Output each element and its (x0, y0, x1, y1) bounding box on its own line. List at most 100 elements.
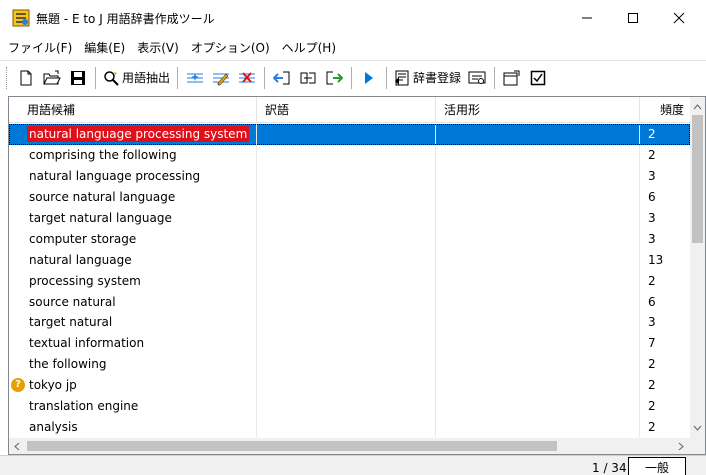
term-cell: the following (9, 354, 257, 375)
table-row[interactable]: ? tokyo jp 2 (9, 375, 690, 396)
question-icon[interactable]: ? (11, 378, 25, 392)
table-row[interactable]: natural language processing system 2 (9, 124, 690, 145)
horizontal-scrollbar[interactable] (9, 438, 690, 454)
settings-button[interactable] (501, 66, 523, 90)
horizontal-scroll-thumb[interactable] (27, 441, 557, 451)
frequency-cell: 3 (640, 208, 690, 229)
table-row[interactable]: source natural language 6 (9, 187, 690, 208)
menu-options[interactable]: オプション(O) (191, 39, 270, 56)
move-left-button[interactable] (271, 66, 293, 90)
menu-file[interactable]: ファイル(F) (8, 39, 72, 56)
inflection-cell[interactable] (436, 396, 640, 417)
check-button[interactable] (527, 66, 549, 90)
translation-cell[interactable] (257, 396, 436, 417)
inflection-cell[interactable] (436, 187, 640, 208)
run-button[interactable] (358, 66, 380, 90)
column-header-translation[interactable]: 訳語 (257, 97, 436, 123)
toolbar-separator (351, 67, 352, 89)
translation-cell[interactable] (257, 354, 436, 375)
inflection-cell[interactable] (436, 228, 640, 249)
move-right-button[interactable] (323, 66, 345, 90)
inflection-cell[interactable] (436, 270, 640, 291)
delete-row-icon (238, 70, 256, 86)
table-row[interactable]: natural language processing 3 (9, 166, 690, 187)
column-header-inflection[interactable]: 活用形 (436, 97, 640, 123)
table-row[interactable]: target natural language 3 (9, 208, 690, 229)
register-dictionary-button[interactable]: 辞書登録 (393, 66, 462, 90)
table-row[interactable]: textual information 7 (9, 333, 690, 354)
edit-row-button[interactable] (210, 66, 232, 90)
toolbar-separator (386, 67, 387, 89)
minimize-button[interactable] (564, 0, 610, 36)
table-row[interactable]: target natural 3 (9, 312, 690, 333)
translation-cell[interactable] (257, 187, 436, 208)
scroll-right-button[interactable] (673, 438, 689, 454)
open-button[interactable] (41, 66, 63, 90)
inflection-cell[interactable] (436, 208, 640, 229)
translation-cell[interactable] (257, 145, 436, 166)
scroll-up-button[interactable] (690, 99, 705, 115)
inflection-cell[interactable] (436, 145, 640, 166)
table-row[interactable]: comprising the following 2 (9, 145, 690, 166)
translation-cell[interactable] (257, 375, 436, 396)
translation-cell[interactable] (257, 291, 436, 312)
open-folder-icon (43, 70, 61, 86)
inflection-cell[interactable] (436, 249, 640, 270)
translation-cell[interactable] (257, 124, 436, 145)
add-row-button[interactable] (184, 66, 206, 90)
inflection-cell[interactable] (436, 291, 640, 312)
frequency-cell: 13 (640, 249, 690, 270)
translation-cell[interactable] (257, 249, 436, 270)
translation-cell[interactable] (257, 416, 436, 437)
dictionary-register-icon (394, 70, 410, 86)
extract-terms-button[interactable]: 用語抽出 (102, 66, 171, 90)
menu-edit[interactable]: 編集(E) (84, 39, 125, 56)
frequency-cell: 2 (640, 396, 690, 417)
translation-cell[interactable] (257, 228, 436, 249)
column-header-frequency[interactable]: 頻度 (640, 97, 690, 123)
vertical-scrollbar[interactable] (690, 97, 705, 438)
merge-button[interactable] (297, 66, 319, 90)
frequency-cell: 6 (640, 187, 690, 208)
table-row[interactable]: computer storage 3 (9, 228, 690, 249)
delete-row-button[interactable] (236, 66, 258, 90)
table-row[interactable]: translation engine 2 (9, 396, 690, 417)
translation-cell[interactable] (257, 166, 436, 187)
inflection-cell[interactable] (436, 354, 640, 375)
table-row[interactable]: source natural 6 (9, 291, 690, 312)
table-row[interactable]: analysis 2 (9, 416, 690, 437)
settings-window-icon (503, 70, 521, 86)
inflection-cell[interactable] (436, 333, 640, 354)
toolbar-grip[interactable] (6, 67, 9, 89)
table-row[interactable]: natural language 13 (9, 249, 690, 270)
inflection-cell[interactable] (436, 124, 640, 145)
translation-cell[interactable] (257, 333, 436, 354)
menu-help[interactable]: ヘルプ(H) (282, 39, 336, 56)
inflection-cell[interactable] (436, 416, 640, 437)
scroll-down-button[interactable] (690, 420, 705, 436)
edit-row-icon (212, 70, 230, 86)
maximize-button[interactable] (610, 0, 656, 36)
inflection-cell[interactable] (436, 166, 640, 187)
save-button[interactable] (67, 66, 89, 90)
frequency-cell: 3 (640, 312, 690, 333)
menu-view[interactable]: 表示(V) (137, 39, 179, 56)
term-list[interactable]: 用語候補 訳語 活用形 頻度 natural language processi… (8, 96, 706, 455)
new-button[interactable] (15, 66, 37, 90)
vertical-scroll-thumb[interactable] (692, 115, 703, 243)
translation-cell[interactable] (257, 270, 436, 291)
translation-cell[interactable] (257, 208, 436, 229)
translation-cell[interactable] (257, 312, 436, 333)
table-row[interactable]: the following 2 (9, 354, 690, 375)
mode-indicator[interactable]: 一般 (628, 457, 686, 475)
inflection-cell[interactable] (436, 312, 640, 333)
table-row[interactable]: processing system 2 (9, 270, 690, 291)
close-button[interactable] (656, 0, 702, 36)
term-cell: computer storage (9, 228, 257, 249)
chevron-down-icon (693, 425, 702, 431)
column-header-term[interactable]: 用語候補 (9, 97, 257, 123)
inflection-cell[interactable] (436, 375, 640, 396)
scroll-left-button[interactable] (9, 438, 25, 454)
list-header: 用語候補 訳語 活用形 頻度 (9, 97, 690, 123)
dictionary-view-button[interactable] (466, 66, 488, 90)
